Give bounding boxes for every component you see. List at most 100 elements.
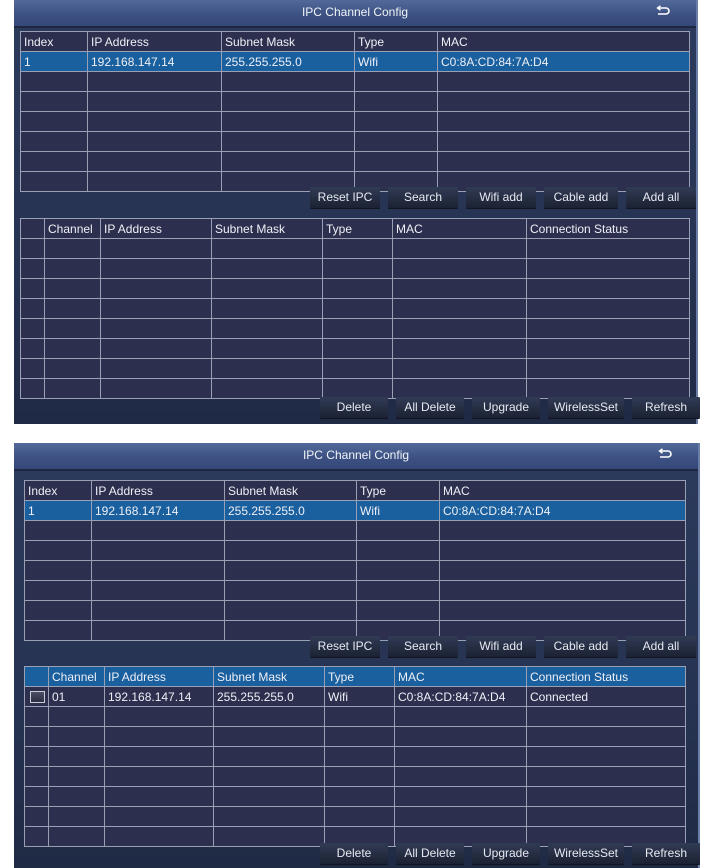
table-cell xyxy=(224,560,357,581)
table-row[interactable] xyxy=(24,786,686,807)
table-row[interactable] xyxy=(20,131,690,152)
table-row[interactable] xyxy=(20,111,690,132)
table-header-row: Index IP Address Subnet Mask Type MAC xyxy=(20,31,690,52)
column-header: MAC xyxy=(439,480,686,501)
search-button[interactable]: Search xyxy=(388,187,458,208)
refresh-button[interactable]: Refresh xyxy=(632,843,700,864)
column-header: Type xyxy=(354,31,438,52)
all-delete-button[interactable]: All Delete xyxy=(396,843,464,864)
table-cell xyxy=(392,278,527,299)
table-row[interactable] xyxy=(20,298,690,319)
table-cell: 255.255.255.0 xyxy=(224,500,357,521)
table-row[interactable] xyxy=(24,726,686,747)
wirelessset-button[interactable]: WirelessSet xyxy=(548,843,624,864)
table-row[interactable] xyxy=(24,746,686,767)
title-bar: IPC Channel Config xyxy=(14,443,698,471)
table-cell xyxy=(394,786,527,807)
table-cell: 255.255.255.0 xyxy=(221,51,355,72)
table-cell xyxy=(356,580,440,601)
table-cell xyxy=(394,806,527,827)
table-row[interactable]: 01 192.168.147.14 255.255.255.0 Wifi C0:8A:C… xyxy=(24,686,686,707)
table-cell xyxy=(526,278,690,299)
reset-ipc-button[interactable]: Reset IPC xyxy=(310,636,380,657)
refresh-button[interactable]: Refresh xyxy=(632,397,700,418)
search-button[interactable]: Search xyxy=(388,636,458,657)
table-row[interactable] xyxy=(24,806,686,827)
reset-ipc-button[interactable]: Reset IPC xyxy=(310,187,380,208)
select-cell xyxy=(24,746,49,767)
table-cell xyxy=(100,278,212,299)
table-cell xyxy=(224,520,357,541)
select-column-header xyxy=(24,666,49,687)
table-row[interactable] xyxy=(24,580,686,601)
title-bar: IPC Channel Config xyxy=(14,0,696,28)
table-row[interactable] xyxy=(20,71,690,92)
table-row[interactable] xyxy=(20,238,690,259)
table-row[interactable] xyxy=(24,540,686,561)
table-row[interactable] xyxy=(20,91,690,112)
table-cell: 192.168.147.14 xyxy=(91,500,225,521)
delete-button[interactable]: Delete xyxy=(320,397,388,418)
delete-button[interactable]: Delete xyxy=(320,843,388,864)
table-cell xyxy=(392,258,527,279)
table-cell xyxy=(356,520,440,541)
table-row[interactable]: 1 192.168.147.14 255.255.255.0 Wifi C0:8A:CD… xyxy=(20,51,690,72)
wifi-add-button[interactable]: Wifi add xyxy=(466,187,536,208)
wifi-add-button[interactable]: Wifi add xyxy=(466,636,536,657)
table-cell xyxy=(24,600,92,621)
add-all-button[interactable]: Add all xyxy=(626,187,696,208)
table-cell xyxy=(100,318,212,339)
table-row[interactable]: 1 192.168.147.14 255.255.255.0 Wifi C0:8A:CD… xyxy=(24,500,686,521)
upgrade-button[interactable]: Upgrade xyxy=(472,397,540,418)
table-cell xyxy=(526,258,690,279)
table-row[interactable] xyxy=(20,378,690,399)
table-row[interactable] xyxy=(24,520,686,541)
table-cell xyxy=(104,826,214,847)
column-header: Subnet Mask xyxy=(221,31,355,52)
table-cell xyxy=(211,338,323,359)
cable-add-button[interactable]: Cable add xyxy=(544,636,618,657)
column-header: Type xyxy=(356,480,440,501)
table-row[interactable] xyxy=(20,258,690,279)
column-header: Type xyxy=(324,666,395,687)
select-cell[interactable] xyxy=(24,686,49,707)
table-cell xyxy=(100,258,212,279)
all-delete-button[interactable]: All Delete xyxy=(396,397,464,418)
table-cell xyxy=(100,378,212,399)
table-cell: Wifi xyxy=(324,686,395,707)
table-cell xyxy=(322,338,393,359)
table-cell xyxy=(322,358,393,379)
table-row[interactable] xyxy=(20,151,690,172)
table-row[interactable] xyxy=(24,560,686,581)
cable-add-button[interactable]: Cable add xyxy=(544,187,618,208)
table-cell xyxy=(324,726,395,747)
table-cell xyxy=(439,560,686,581)
table-cell xyxy=(104,766,214,787)
table-row[interactable] xyxy=(20,338,690,359)
column-header: MAC xyxy=(392,218,527,239)
table-cell xyxy=(48,746,105,767)
table-row[interactable] xyxy=(24,600,686,621)
table-row[interactable] xyxy=(24,766,686,787)
table-cell xyxy=(100,298,212,319)
table-cell xyxy=(44,358,101,379)
return-arrow-icon[interactable] xyxy=(658,448,672,462)
upgrade-button[interactable]: Upgrade xyxy=(472,843,540,864)
table-row[interactable] xyxy=(20,318,690,339)
row-checkbox[interactable] xyxy=(30,691,45,704)
table-cell xyxy=(91,560,225,581)
add-all-button[interactable]: Add all xyxy=(626,636,696,657)
table-cell xyxy=(44,278,101,299)
table-cell xyxy=(104,706,214,727)
table-row[interactable] xyxy=(20,278,690,299)
table-cell xyxy=(526,318,690,339)
wirelessset-button[interactable]: WirelessSet xyxy=(548,397,624,418)
column-header: Index xyxy=(20,31,88,52)
return-arrow-icon[interactable] xyxy=(656,5,670,19)
table-cell xyxy=(224,580,357,601)
table-row[interactable] xyxy=(20,358,690,379)
table-row[interactable] xyxy=(24,706,686,727)
ipc-config-panel-after: IPC Channel Config Index IP Address Subnet… xyxy=(14,443,700,868)
table-cell xyxy=(392,378,527,399)
table-cell xyxy=(87,151,222,172)
